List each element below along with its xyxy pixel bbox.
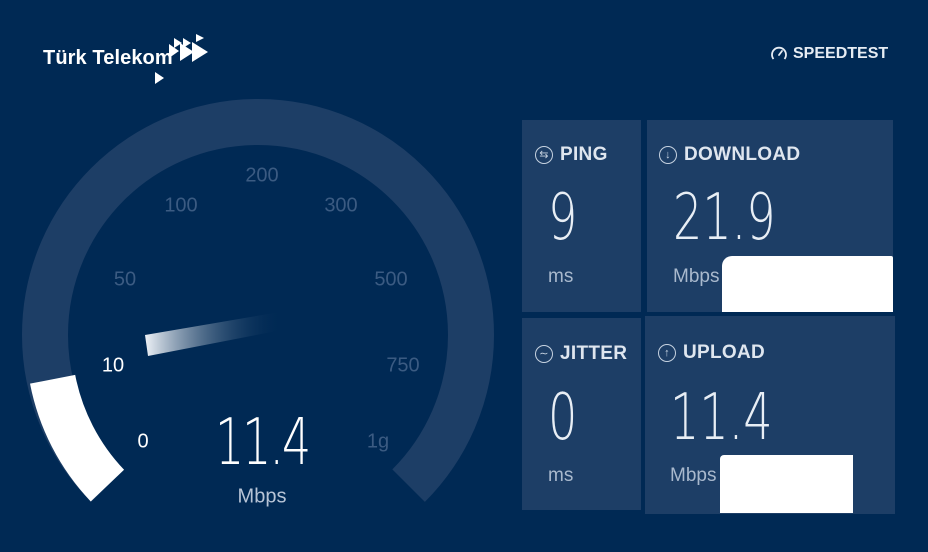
download-arrow-icon: ↓ bbox=[659, 146, 677, 164]
download-label-row: ↓ DOWNLOAD bbox=[659, 144, 800, 166]
download-unit: Mbps bbox=[673, 266, 720, 287]
gauge-tick-0: 0 bbox=[137, 430, 149, 453]
upload-unit: Mbps bbox=[670, 465, 717, 486]
upload-value-text: 11.4 bbox=[670, 381, 773, 455]
ping-label: PING bbox=[560, 144, 608, 165]
speedtest-brand: SPEEDTEST bbox=[770, 45, 888, 63]
ping-value-text: 9 bbox=[548, 181, 578, 255]
gauge-tick-500: 500 bbox=[374, 268, 408, 291]
upload-label: UPLOAD bbox=[683, 342, 766, 363]
jitter-unit: ms bbox=[548, 465, 574, 486]
current-speed-value: 11.4 bbox=[215, 406, 311, 480]
download-value: 21.9 bbox=[673, 186, 816, 250]
upload-arrow-icon: ↑ bbox=[658, 344, 676, 362]
ping-icon: ⇆ bbox=[535, 146, 553, 164]
turk-telekom-logo bbox=[155, 34, 208, 84]
upload-value: 11.4 bbox=[670, 386, 813, 450]
current-speed-unit: Mbps bbox=[237, 485, 287, 508]
ping-label-row: ⇆ PING bbox=[535, 144, 608, 166]
ping-unit: ms bbox=[548, 266, 574, 287]
gauge-tick-10: 10 bbox=[101, 354, 125, 377]
jitter-wave-icon: ∼ bbox=[535, 345, 553, 363]
ping-value: 9 bbox=[548, 186, 589, 250]
download-label: DOWNLOAD bbox=[684, 144, 801, 165]
gauge-tick-750: 750 bbox=[386, 354, 420, 377]
download-value-text: 21.9 bbox=[673, 181, 776, 255]
jitter-value-text: 0 bbox=[548, 381, 578, 455]
gauge-progress bbox=[30, 374, 125, 502]
redaction-patch bbox=[720, 455, 853, 513]
jitter-label-row: ∼ JITTER bbox=[535, 343, 627, 365]
gauge-tick-100: 100 bbox=[164, 194, 198, 217]
jitter-value: 0 bbox=[548, 386, 589, 450]
redaction-patch bbox=[722, 256, 893, 312]
upload-label-row: ↑ UPLOAD bbox=[658, 342, 765, 364]
current-speed: 11.4 bbox=[197, 406, 328, 480]
jitter-label: JITTER bbox=[560, 343, 628, 364]
gauge-tick-300: 300 bbox=[324, 194, 358, 217]
speedometer-icon bbox=[771, 46, 787, 60]
speedtest-label: SPEEDTEST bbox=[793, 45, 889, 62]
gauge-tick-200: 200 bbox=[245, 164, 279, 187]
gauge-tick-1g: 1g bbox=[366, 430, 390, 453]
gauge-tick-50: 50 bbox=[113, 268, 137, 291]
gauge-needle bbox=[145, 312, 282, 356]
